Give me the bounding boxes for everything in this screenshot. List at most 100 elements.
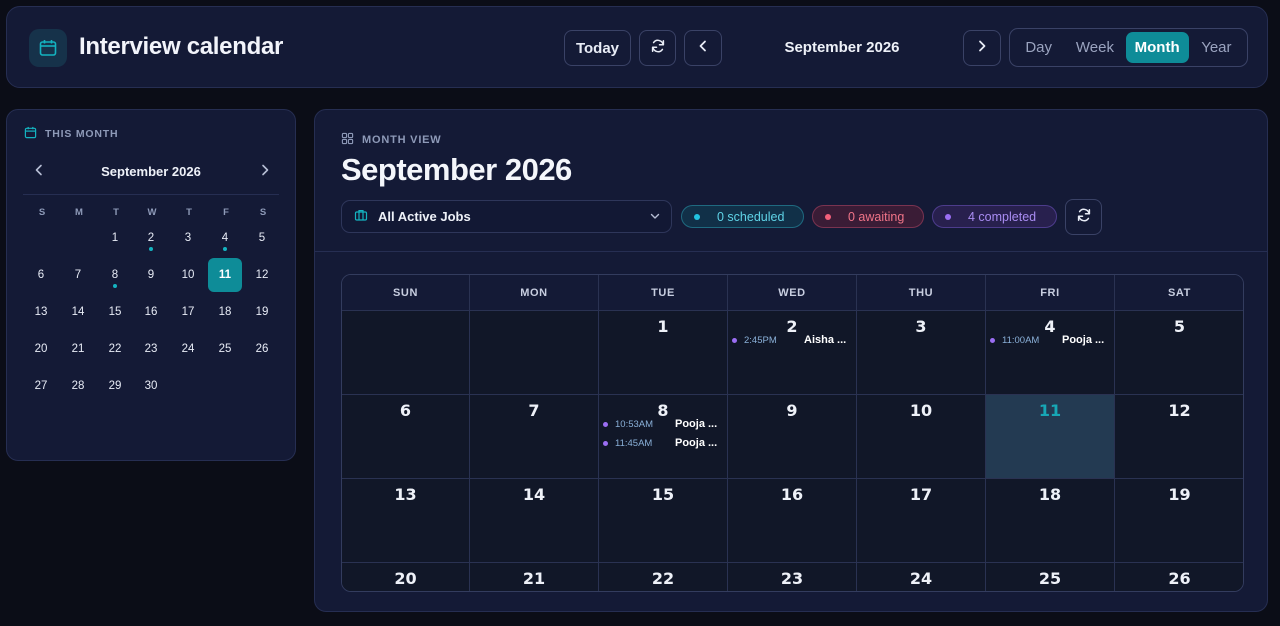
mini-day-number: 25 <box>218 343 232 355</box>
event-indicator-dot <box>113 284 117 288</box>
refresh-icon <box>1076 207 1092 228</box>
weekday-header-sat: SAT <box>1115 275 1243 311</box>
day-cell-14[interactable]: 14 <box>470 479 599 563</box>
mini-day-10[interactable]: 10 <box>171 258 205 292</box>
mini-day-number: 13 <box>34 306 48 318</box>
mini-day-13[interactable]: 13 <box>24 295 58 329</box>
month-view-panel: MONTH VIEW September 2026 All Active Job… <box>314 109 1268 612</box>
view-month-option[interactable]: Month <box>1125 32 1189 63</box>
mini-day-number: 7 <box>74 269 82 281</box>
day-number: 26 <box>1168 569 1191 588</box>
day-cell-23[interactable]: 23 <box>728 563 857 591</box>
mini-day-number: 19 <box>255 306 269 318</box>
mini-day-14[interactable]: 14 <box>61 295 95 329</box>
mini-day-4[interactable]: 4 <box>208 221 242 255</box>
mini-day-26[interactable]: 26 <box>245 332 279 366</box>
refresh-stats-button[interactable] <box>1065 199 1102 235</box>
day-cell-19[interactable]: 19 <box>1115 479 1243 563</box>
job-filter-select[interactable]: All Active Jobs <box>341 200 672 233</box>
mini-weekday-header: W <box>147 207 157 218</box>
mini-day-22[interactable]: 22 <box>98 332 132 366</box>
mini-day-5[interactable]: 5 <box>245 221 279 255</box>
mini-day-1[interactable]: 1 <box>98 221 132 255</box>
weekday-header-thu: THU <box>857 275 986 311</box>
day-number: 25 <box>1038 569 1062 588</box>
interview-event[interactable]: 11:45AM Pooja ... <box>603 435 723 451</box>
mini-day-25[interactable]: 25 <box>208 332 242 366</box>
day-cell-20[interactable]: 20 <box>342 563 470 591</box>
mini-day-24[interactable]: 24 <box>171 332 205 366</box>
day-cell-15[interactable]: 15 <box>599 479 728 563</box>
mini-day-30[interactable]: 30 <box>134 369 168 403</box>
mini-day-17[interactable]: 17 <box>171 295 205 329</box>
day-cell-7[interactable]: 7 <box>470 395 599 479</box>
interview-event[interactable]: 11:00AM Pooja ... <box>990 332 1110 348</box>
empty-day-cell <box>342 311 470 395</box>
day-cell-26[interactable]: 26 <box>1115 563 1243 591</box>
mini-day-2[interactable]: 2 <box>134 221 168 255</box>
mini-day-9[interactable]: 9 <box>134 258 168 292</box>
day-cell-24[interactable]: 24 <box>857 563 986 591</box>
day-cell-11[interactable]: 11 <box>986 395 1115 479</box>
top-bar: Interview calendar Today September 2026 … <box>6 6 1268 88</box>
day-cell-9[interactable]: 9 <box>728 395 857 479</box>
mini-next-button[interactable] <box>255 162 275 182</box>
mini-previous-button[interactable] <box>29 162 49 182</box>
mini-day-16[interactable]: 16 <box>134 295 168 329</box>
mini-day-20[interactable]: 20 <box>24 332 58 366</box>
previous-month-button[interactable] <box>684 30 722 66</box>
day-cell-8[interactable]: 8 10:53AM Pooja ... 11:45AM Pooja ... <box>599 395 728 479</box>
day-cell-17[interactable]: 17 <box>857 479 986 563</box>
day-cell-4[interactable]: 4 11:00AM Pooja ... <box>986 311 1115 395</box>
mini-day-23[interactable]: 23 <box>134 332 168 366</box>
day-cell-6[interactable]: 6 <box>342 395 470 479</box>
mini-day-number: 12 <box>255 269 269 281</box>
mini-day-number: 2 <box>147 232 155 244</box>
interview-event[interactable]: 2:45PM Aisha ... <box>732 332 852 348</box>
divider <box>23 194 279 195</box>
mini-day-28[interactable]: 28 <box>61 369 95 403</box>
mini-day-number: 4 <box>221 232 229 244</box>
mini-month-label: September 2026 <box>101 164 201 179</box>
mini-day-6[interactable]: 6 <box>24 258 58 292</box>
day-cell-2[interactable]: 2 2:45PM Aisha ... <box>728 311 857 395</box>
calendar-small-icon <box>24 126 37 142</box>
weekday-header-wed: WED <box>728 275 857 311</box>
mini-day-11[interactable]: 11 <box>208 258 242 292</box>
day-cell-18[interactable]: 18 <box>986 479 1115 563</box>
mini-day-7[interactable]: 7 <box>61 258 95 292</box>
month-calendar-grid: SUN MON TUE WED THU FRI SAT 1 2 2:45PM Aisha ... 3 4… <box>341 274 1244 592</box>
interview-event[interactable]: 10:53AM Pooja ... <box>603 416 723 432</box>
day-cell-10[interactable]: 10 <box>857 395 986 479</box>
mini-day-27[interactable]: 27 <box>24 369 58 403</box>
day-cell-13[interactable]: 13 <box>342 479 470 563</box>
mini-day-3[interactable]: 3 <box>171 221 205 255</box>
mini-day-8[interactable]: 8 <box>98 258 132 292</box>
mini-day-21[interactable]: 21 <box>61 332 95 366</box>
mini-day-15[interactable]: 15 <box>98 295 132 329</box>
view-week-option[interactable]: Week <box>1064 32 1125 63</box>
mini-day-number: 3 <box>184 232 192 244</box>
day-number: 1 <box>657 317 669 336</box>
mini-day-29[interactable]: 29 <box>98 369 132 403</box>
completed-count-label: 4 completed <box>968 209 1037 224</box>
view-year-option[interactable]: Year <box>1189 32 1244 63</box>
event-time: 11:45AM <box>615 437 653 449</box>
day-cell-21[interactable]: 21 <box>470 563 599 591</box>
view-day-option[interactable]: Day <box>1013 32 1064 63</box>
mini-day-12[interactable]: 12 <box>245 258 279 292</box>
day-cell-5[interactable]: 5 <box>1115 311 1243 395</box>
day-cell-3[interactable]: 3 <box>857 311 986 395</box>
day-cell-22[interactable]: 22 <box>599 563 728 591</box>
day-cell-12[interactable]: 12 <box>1115 395 1243 479</box>
mini-day-number: 15 <box>108 306 122 318</box>
refresh-button[interactable] <box>639 30 676 66</box>
today-button[interactable]: Today <box>564 30 631 66</box>
day-cell-1[interactable]: 1 <box>599 311 728 395</box>
day-cell-25[interactable]: 25 <box>986 563 1115 591</box>
mini-day-number: 24 <box>181 343 195 355</box>
mini-day-18[interactable]: 18 <box>208 295 242 329</box>
next-month-button[interactable] <box>963 30 1001 66</box>
mini-day-19[interactable]: 19 <box>245 295 279 329</box>
day-cell-16[interactable]: 16 <box>728 479 857 563</box>
